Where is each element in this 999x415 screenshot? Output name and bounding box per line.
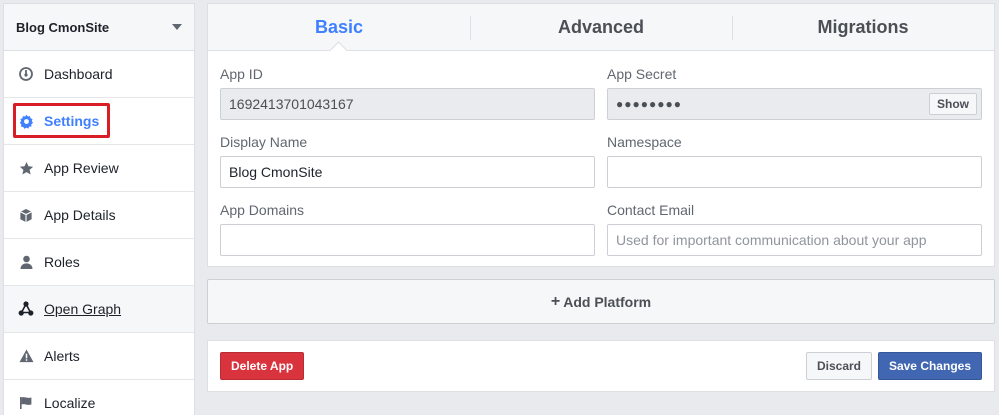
tab-migrations[interactable]: Migrations: [732, 4, 994, 50]
cube-icon: [18, 207, 34, 223]
tab-basic[interactable]: Basic: [208, 4, 470, 50]
app-domains-field[interactable]: [220, 224, 595, 256]
tab-advanced[interactable]: Advanced: [470, 4, 732, 50]
sidebar-item-label: Dashboard: [44, 66, 113, 82]
sidebar-item-alerts[interactable]: Alerts: [4, 333, 194, 380]
plus-icon: +: [550, 292, 561, 310]
basic-settings-card: Basic Advanced Migrations App ID 1692413…: [207, 3, 995, 267]
app-domains-label: App Domains: [220, 202, 305, 218]
sidebar-item-label: Alerts: [44, 348, 80, 364]
add-platform-label: Add Platform: [563, 293, 652, 310]
app-secret-field[interactable]: ●●●●●●●● Show: [607, 88, 982, 120]
chevron-down-icon[interactable]: [172, 24, 182, 30]
sidebar-item-label: App Review: [44, 160, 119, 176]
app-switcher[interactable]: Blog CmonSite: [4, 4, 194, 51]
dashboard-icon: [18, 66, 34, 82]
sidebar-item-dashboard[interactable]: Dashboard: [4, 51, 194, 98]
app-secret-value: ●●●●●●●●: [616, 97, 682, 111]
delete-app-button[interactable]: Delete App: [220, 352, 305, 380]
action-bar: Delete App Discard Save Changes: [207, 340, 995, 392]
namespace-label: Namespace: [607, 134, 682, 150]
display-name-field[interactable]: Blog CmonSite: [220, 156, 595, 188]
app-name: Blog CmonSite: [16, 19, 110, 35]
sidebar-item-label: Roles: [44, 254, 80, 270]
app-secret-label: App Secret: [607, 66, 677, 82]
warning-icon: [18, 348, 34, 364]
sidebar-item-open-graph[interactable]: Open Graph: [4, 286, 194, 333]
sidebar-item-settings[interactable]: Settings: [4, 98, 194, 145]
save-changes-button[interactable]: Save Changes: [877, 352, 982, 380]
add-platform-button[interactable]: + Add Platform: [207, 279, 995, 324]
contact-email-field[interactable]: Used for important communication about y…: [607, 224, 982, 256]
sidebar-item-label: App Details: [44, 207, 116, 223]
contact-email-label: Contact Email: [607, 202, 695, 218]
app-id-value: 1692413701043167: [229, 96, 354, 112]
display-name-label: Display Name: [220, 134, 308, 150]
sidebar: Blog CmonSite Dashboard Settings App Rev…: [3, 3, 195, 415]
contact-email-placeholder: Used for important communication about y…: [616, 232, 927, 248]
namespace-field[interactable]: [607, 156, 982, 188]
settings-tabs: Basic Advanced Migrations: [208, 4, 994, 51]
show-secret-button[interactable]: Show: [929, 93, 977, 115]
person-icon: [18, 254, 34, 270]
sidebar-item-app-details[interactable]: App Details: [4, 192, 194, 239]
discard-button[interactable]: Discard: [805, 352, 872, 380]
star-icon: [18, 160, 34, 176]
sidebar-item-roles[interactable]: Roles: [4, 239, 194, 286]
app-id-label: App ID: [220, 66, 263, 82]
app-id-field[interactable]: 1692413701043167: [220, 88, 595, 120]
display-name-value: Blog CmonSite: [229, 164, 323, 180]
sidebar-item-app-review[interactable]: App Review: [4, 145, 194, 192]
sidebar-item-label: Localize: [44, 395, 96, 411]
sidebar-item-label: Settings: [44, 113, 100, 129]
sidebar-item-label: Open Graph: [44, 301, 122, 317]
flag-icon: [18, 395, 34, 411]
sidebar-item-localize[interactable]: Localize: [4, 380, 194, 415]
graph-icon: [18, 301, 34, 317]
gear-icon: [18, 113, 34, 129]
